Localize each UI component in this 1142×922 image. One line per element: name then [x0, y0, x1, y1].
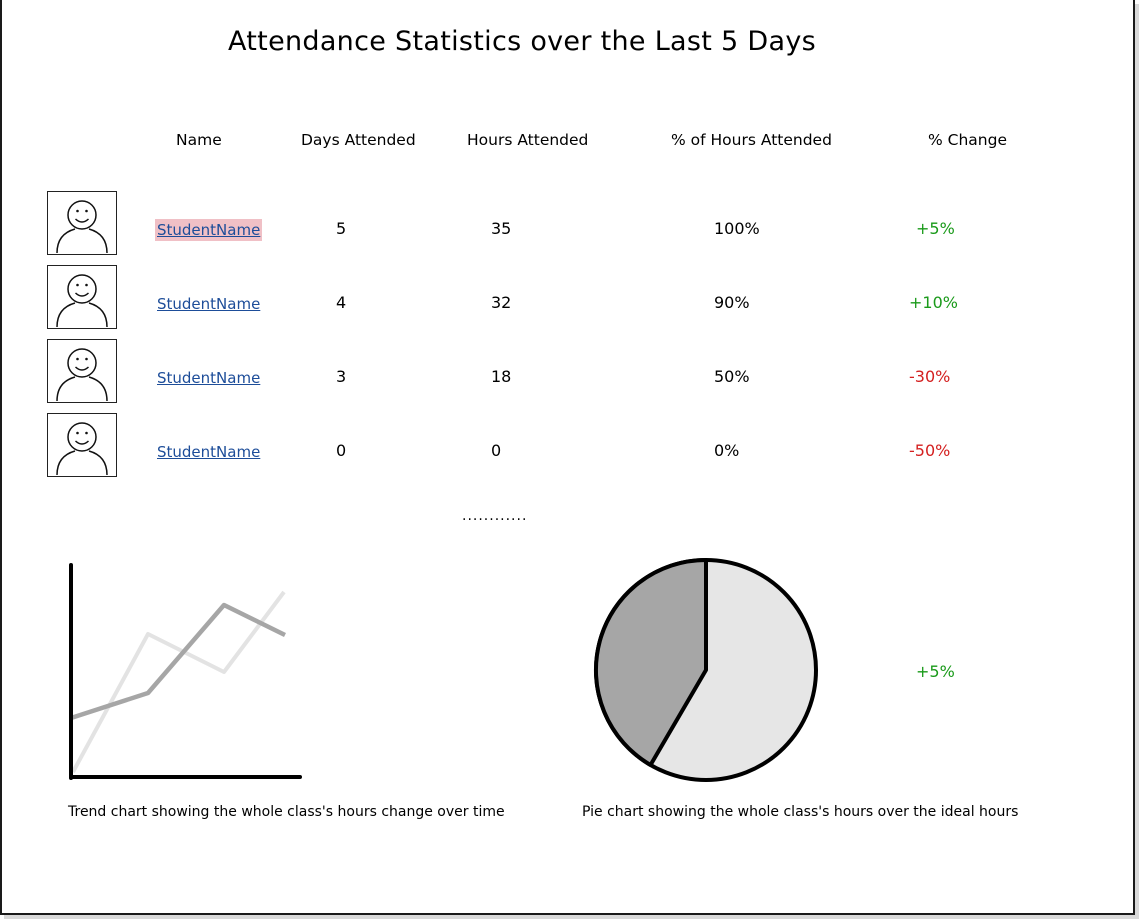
table-row: StudentName 5 35 100% +5%: [2, 191, 1102, 259]
hours-attended: 18: [491, 367, 512, 386]
table-row: StudentName 3 18 50% -30%: [2, 339, 1102, 407]
hours-attended: 32: [491, 293, 512, 312]
header-hours-attended: Hours Attended: [467, 131, 589, 149]
avatar: [47, 413, 117, 477]
header-percent-change: % Change: [928, 131, 1007, 149]
pie-chart-caption: Pie chart showing the whole class's hour…: [582, 804, 1019, 820]
more-rows-indicator: ............: [462, 508, 528, 524]
hours-attended: 35: [491, 219, 512, 238]
student-avatar-icon: [56, 422, 108, 475]
avatar: [47, 339, 117, 403]
avatar: [47, 265, 117, 329]
pie-chart-change: +5%: [916, 662, 955, 681]
table-row: StudentName 4 32 90% +10%: [2, 265, 1102, 333]
percent-hours: 100%: [714, 219, 760, 238]
percent-hours: 50%: [714, 367, 750, 386]
avatar: [47, 191, 117, 255]
page-title: Attendance Statistics over the Last 5 Da…: [228, 26, 816, 57]
student-name-link[interactable]: StudentName: [157, 443, 260, 461]
trend-chart-caption: Trend chart showing the whole class's ho…: [68, 804, 505, 820]
percent-hours: 90%: [714, 293, 750, 312]
header-percent-hours: % of Hours Attended: [671, 131, 832, 149]
trend-line-dark: [70, 602, 286, 721]
percent-change: -50%: [909, 441, 951, 460]
student-name-link[interactable]: StudentName: [155, 219, 263, 241]
pie-chart: [593, 558, 818, 782]
table-row: StudentName 0 0 0% -50%: [2, 413, 1102, 481]
mockup-window: Attendance Statistics over the Last 5 Da…: [0, 0, 1135, 915]
percent-hours: 0%: [714, 441, 740, 460]
student-avatar-icon: [56, 274, 108, 327]
student-avatar-icon: [56, 200, 108, 253]
percent-change: +10%: [909, 293, 958, 312]
header-days-attended: Days Attended: [301, 131, 416, 149]
student-name-link[interactable]: StudentName: [157, 369, 260, 387]
days-attended: 5: [336, 219, 347, 238]
trend-chart: [69, 563, 302, 780]
days-attended: 4: [336, 293, 347, 312]
student-avatar-icon: [56, 348, 108, 401]
student-name-link[interactable]: StudentName: [157, 295, 260, 313]
percent-change: -30%: [909, 367, 951, 386]
header-name: Name: [176, 131, 222, 149]
hours-attended: 0: [491, 441, 502, 460]
percent-change: +5%: [916, 219, 955, 238]
days-attended: 0: [336, 441, 347, 460]
days-attended: 3: [336, 367, 347, 386]
